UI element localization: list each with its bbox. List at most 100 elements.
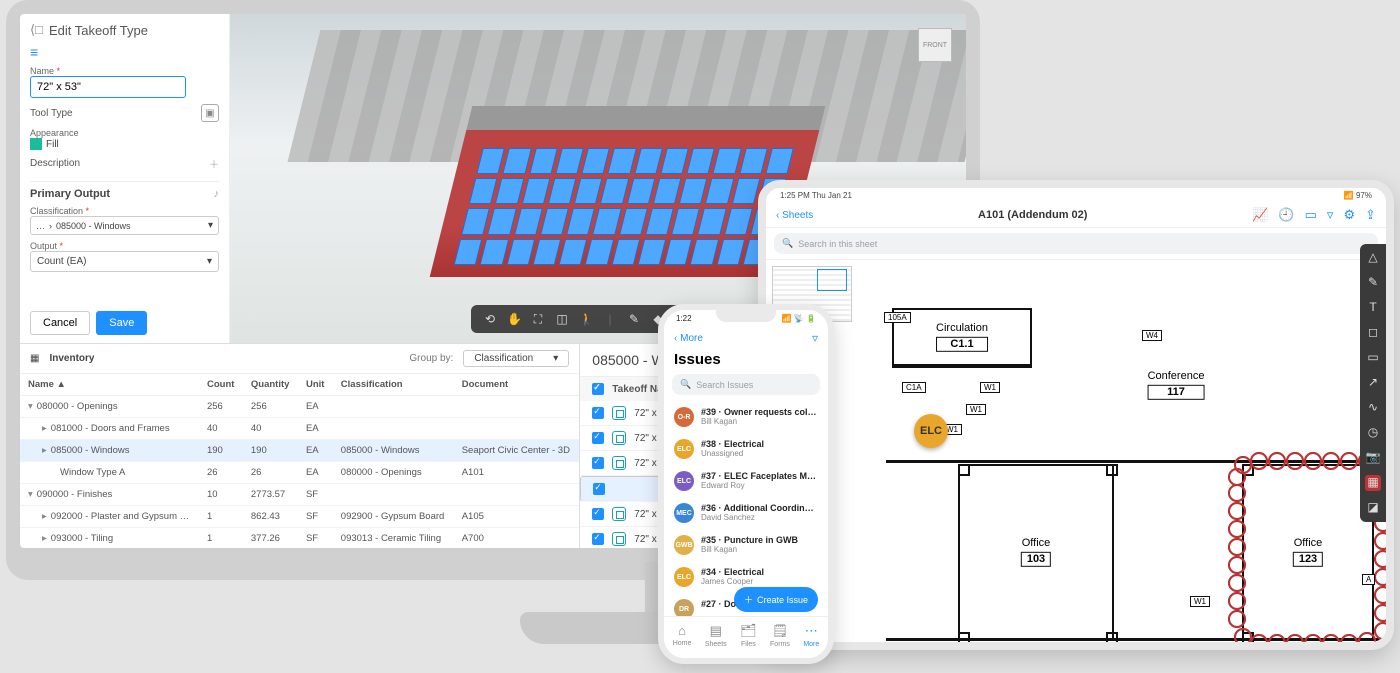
- inventory-row[interactable]: ▾090000 - Finishes102773.57SF: [20, 484, 579, 506]
- group-by-select[interactable]: Classification▾: [463, 350, 569, 367]
- view-cube[interactable]: FRONT: [918, 28, 952, 62]
- inventory-panel: ▦ Inventory Group by: Classification▾ Na…: [20, 344, 580, 548]
- classification-label: Classification: [30, 206, 219, 216]
- pen-icon[interactable]: ✎: [1365, 275, 1381, 291]
- dimension-icon: [612, 532, 626, 546]
- dimension-icon: [612, 406, 626, 420]
- inventory-row[interactable]: Window Type A2626EA080000 - OpeningsA101: [20, 462, 579, 484]
- inventory-row[interactable]: ▸093000 - Tiling1377.26SF093013 - Cerami…: [20, 528, 579, 549]
- inventory-column-header[interactable]: Unit: [298, 374, 333, 396]
- phone-device: 1:22📶 📡 🔋 ‹ More ▿ Issues 🔍 Search Issue…: [658, 304, 834, 664]
- tab-files[interactable]: 🗂Files: [740, 623, 757, 648]
- cancel-button[interactable]: Cancel: [30, 311, 90, 335]
- primary-output-label: Primary Output: [30, 188, 110, 200]
- save-button[interactable]: Save: [96, 311, 147, 335]
- inventory-column-header[interactable]: Name ▲: [20, 374, 199, 396]
- fit-icon[interactable]: ⛶: [531, 312, 545, 326]
- measure-icon[interactable]: ✎: [627, 312, 641, 326]
- takeoff-checkbox[interactable]: [593, 483, 605, 495]
- tablet-status-bar: 1:25 PM Thu Jan 21 📶 97%: [766, 188, 1386, 203]
- list-icon[interactable]: ≡: [30, 44, 219, 60]
- name-input[interactable]: [30, 76, 186, 98]
- issue-avatar: GWB: [674, 535, 694, 555]
- pointer-icon[interactable]: △: [1365, 250, 1381, 266]
- classification-breadcrumb[interactable]: …› 085000 - Windows ▾: [30, 216, 219, 235]
- search-icon: 🔍: [782, 238, 793, 249]
- issue-avatar: ELC: [674, 567, 694, 587]
- issues-title: Issues: [664, 349, 828, 374]
- dimension-icon: [612, 456, 626, 470]
- name-label: Name: [30, 66, 219, 76]
- inventory-row[interactable]: ▸081000 - Doors and Frames4040EA: [20, 418, 579, 440]
- fill-chip[interactable]: Fill: [30, 138, 219, 150]
- arrow-icon[interactable]: ↗: [1365, 375, 1381, 391]
- markup-toolbar: △ ✎ T ◻ ▭ ↗ ∿ ◷ 📷 ▦ ◪: [1360, 244, 1386, 522]
- takeoff-checkbox[interactable]: [592, 457, 604, 469]
- history-icon[interactable]: 🕘: [1278, 207, 1294, 223]
- tag-icon[interactable]: ◷: [1365, 425, 1381, 441]
- filter-icon[interactable]: ▿: [1327, 207, 1334, 223]
- graph-icon[interactable]: 📈: [1252, 207, 1268, 223]
- takeoff-checkbox[interactable]: [592, 508, 604, 520]
- inventory-row[interactable]: ▸092000 - Plaster and Gypsum …1862.43SF0…: [20, 506, 579, 528]
- tab-more[interactable]: ⋯More: [803, 623, 819, 648]
- settings-icon[interactable]: ⚙: [1343, 207, 1355, 223]
- filter-icon[interactable]: ▿: [812, 331, 818, 345]
- issue-row[interactable]: ELC #38 · ElectricalUnassigned: [664, 433, 828, 465]
- issue-row[interactable]: MEC #36 · Additional Coordination for Me…: [664, 497, 828, 529]
- walk-icon[interactable]: 🚶: [579, 312, 593, 326]
- issue-avatar: ELC: [674, 439, 694, 459]
- inventory-column-header[interactable]: Quantity: [243, 374, 298, 396]
- orbit-icon[interactable]: ⟲: [483, 312, 497, 326]
- inventory-column-header[interactable]: Classification: [333, 374, 454, 396]
- section-icon[interactable]: ◫: [555, 312, 569, 326]
- takeoff-checkbox[interactable]: [592, 533, 604, 545]
- shape-icon[interactable]: ◻: [1365, 325, 1381, 341]
- output-label: Output: [30, 241, 219, 251]
- export-icon[interactable]: ⇪: [1365, 207, 1376, 223]
- tab-forms[interactable]: 🗒Forms: [770, 623, 790, 648]
- line-icon[interactable]: ∿: [1365, 400, 1381, 416]
- inventory-table: Name ▲CountQuantityUnitClassificationDoc…: [20, 374, 579, 548]
- phone-back-button[interactable]: ‹ More: [674, 333, 703, 344]
- takeoff-checkbox[interactable]: [592, 432, 604, 444]
- select-all-checkbox[interactable]: [592, 383, 604, 395]
- tablet-device: 1:25 PM Thu Jan 21 📶 97% ‹ Sheets A101 (…: [758, 180, 1394, 650]
- takeoff-checkbox[interactable]: [592, 407, 604, 419]
- tablet-back-button[interactable]: ‹ Sheets: [776, 210, 813, 221]
- shape2-icon[interactable]: ▭: [1365, 350, 1381, 366]
- primary-output-icon: ♪: [214, 188, 220, 200]
- inventory-row[interactable]: ▸085000 - Windows190190EA085000 - Window…: [20, 440, 579, 462]
- create-issue-button[interactable]: ＋ Create Issue: [734, 587, 818, 612]
- issues-search-input[interactable]: 🔍 Search Issues: [672, 374, 820, 395]
- inventory-grid-icon[interactable]: ▦: [30, 353, 39, 364]
- tab-home[interactable]: ⌂Home: [673, 623, 692, 648]
- inventory-column-header[interactable]: Count: [199, 374, 243, 396]
- fill-swatch: [30, 138, 42, 150]
- pan-icon[interactable]: ✋: [507, 312, 521, 326]
- output-select[interactable]: Count (EA)▾: [30, 251, 219, 272]
- screen-icon[interactable]: ▭: [1305, 207, 1317, 223]
- floorplan-canvas[interactable]: CirculationC1.1 Conference117 Office103 …: [766, 259, 1386, 649]
- inventory-row[interactable]: ▾080000 - Openings256256EA: [20, 396, 579, 418]
- tab-sheets[interactable]: ▤Sheets: [705, 623, 727, 648]
- back-icon[interactable]: ⟨□: [30, 22, 43, 38]
- group-by-label: Group by:: [409, 353, 453, 364]
- issue-avatar: MEC: [674, 503, 694, 523]
- highlighted-windows: [454, 148, 794, 266]
- more-tool-icon[interactable]: ◪: [1365, 500, 1381, 516]
- issue-row[interactable]: GWB #35 · Puncture in GWBBill Kagan: [664, 529, 828, 561]
- add-description-icon[interactable]: ＋: [209, 156, 219, 171]
- dimension-icon: [612, 507, 626, 521]
- issue-row[interactable]: ELC #37 · ELEC Faceplates MissingEdward …: [664, 465, 828, 497]
- camera-icon[interactable]: 📷: [1365, 450, 1381, 466]
- cloud-tool-icon[interactable]: ▦: [1365, 475, 1381, 491]
- issue-row[interactable]: O-R #39 · Owner requests column coverBil…: [664, 401, 828, 433]
- inventory-column-header[interactable]: Document: [454, 374, 580, 396]
- issue-pin[interactable]: ELC: [914, 414, 948, 448]
- edit-takeoff-panel: ⟨□ Edit Takeoff Type ≡ Name Tool Type ▣ …: [20, 14, 230, 343]
- text-icon[interactable]: T: [1365, 300, 1381, 316]
- tool-type-cube-icon[interactable]: ▣: [201, 104, 219, 122]
- sheet-search-input[interactable]: 🔍 Search in this sheet: [774, 233, 1378, 254]
- dimension-icon: [612, 431, 626, 445]
